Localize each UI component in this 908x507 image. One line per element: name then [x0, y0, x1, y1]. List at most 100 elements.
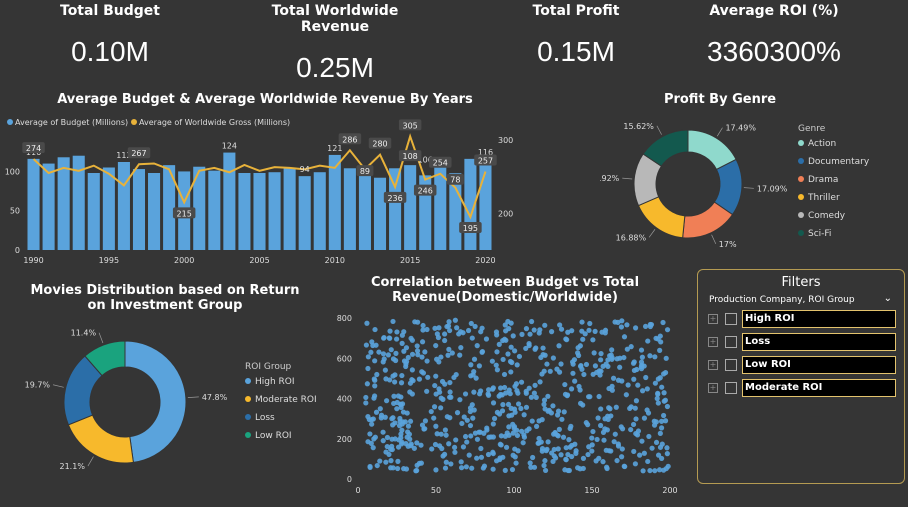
scatter-point — [454, 410, 461, 416]
scatter-point — [647, 467, 653, 474]
scatter-point — [425, 374, 431, 380]
x-tick: 2005 — [249, 256, 269, 265]
scatter-point — [465, 327, 472, 334]
leader-line — [622, 177, 633, 180]
scatter-point — [485, 392, 492, 398]
slice-value-label: 17.49% — [725, 124, 756, 133]
scatter-point — [388, 458, 394, 464]
filter-item-label[interactable]: Loss — [742, 333, 896, 351]
scatter-point — [595, 415, 601, 421]
scatter-point — [394, 465, 401, 472]
scatter-point — [503, 337, 509, 343]
scatter-point — [446, 319, 452, 325]
expand-icon[interactable]: + — [708, 360, 718, 370]
scatter-point — [619, 426, 626, 432]
budget-revenue-chart[interactable]: Average of Budget (Millions) Average of W… — [0, 110, 520, 270]
scatter-point — [464, 417, 470, 423]
scatter-point — [551, 431, 557, 437]
budget-bar — [373, 177, 387, 250]
scatter-point — [411, 445, 417, 451]
budget-bar — [253, 173, 266, 250]
scatter-point — [575, 345, 581, 351]
chevron-down-icon[interactable]: ⌄ — [884, 293, 892, 304]
filter-item-label[interactable]: Moderate ROI — [742, 379, 896, 397]
legend-dot — [798, 194, 804, 200]
scatter-point — [439, 445, 445, 452]
scatter-point — [575, 465, 581, 471]
scatter-point — [408, 335, 414, 341]
filter-item-label[interactable]: High ROI — [742, 310, 896, 328]
legend-dot-gross — [131, 119, 137, 125]
scatter-point — [505, 351, 511, 357]
scatter-point — [478, 388, 484, 394]
scatter-point — [373, 409, 380, 415]
scatter-point — [372, 326, 378, 333]
kpi-total-profit: Total Profit 0.15M — [506, 0, 646, 68]
scatter-point — [596, 368, 602, 374]
x-tick: 200 — [662, 486, 677, 495]
scatter-point — [630, 421, 637, 428]
x-tick: 150 — [584, 486, 599, 495]
expand-icon[interactable]: + — [708, 337, 718, 347]
budget-revenue-scatter[interactable]: 0 200 400 600 800 0 50 100 150 200 — [330, 310, 690, 500]
expand-icon[interactable]: + — [708, 383, 718, 393]
scatter-point — [511, 425, 517, 431]
filter-checkbox[interactable] — [725, 313, 737, 325]
scatter-point — [652, 354, 658, 360]
scatter-point — [608, 448, 614, 454]
scatter-point — [380, 351, 387, 357]
scatter-point — [421, 426, 427, 432]
scatter-point — [555, 433, 561, 439]
scatter-point — [558, 452, 564, 458]
scatter-point — [580, 455, 587, 461]
budget-bar — [42, 163, 55, 250]
scatter-point — [519, 428, 525, 434]
scatter-point — [624, 322, 630, 328]
filter-checkbox[interactable] — [725, 382, 737, 394]
filter-checkbox[interactable] — [725, 359, 737, 371]
scatter-point — [383, 459, 389, 465]
scatter-point — [528, 394, 535, 400]
scatter-point — [628, 426, 634, 433]
scatter-point — [432, 325, 438, 331]
scatter-point — [468, 433, 474, 439]
filters-header-label: Production Company, ROI Group — [709, 295, 855, 305]
legend-label: Loss — [255, 413, 275, 423]
filters-header[interactable]: Production Company, ROI Group ⌄ — [709, 293, 904, 305]
scatter-point — [540, 345, 546, 351]
scatter-point — [566, 437, 572, 443]
scatter-point — [440, 453, 446, 459]
scatter-point — [398, 394, 404, 400]
profit-genre-chart[interactable]: 17.49% 17.09% 17% 16.88% 15.92% 15.62% Genre Ac… — [600, 112, 900, 252]
scatter-point — [478, 329, 484, 335]
leader-line — [52, 384, 64, 388]
scatter-point — [661, 371, 667, 377]
slice-value-label: 15.92% — [600, 174, 620, 183]
expand-icon[interactable]: + — [708, 314, 718, 324]
filter-checkbox[interactable] — [725, 336, 737, 348]
scatter-point — [554, 366, 560, 372]
scatter-point — [515, 401, 522, 407]
scatter-point — [474, 436, 481, 442]
scatter-point — [647, 321, 653, 328]
kpi-total-budget: Total Budget 0.10M — [40, 0, 180, 68]
scatter-point — [460, 330, 466, 336]
scatter-point — [587, 394, 593, 400]
scatter-point — [612, 431, 618, 437]
scatter-point — [631, 367, 637, 374]
scatter-point — [633, 398, 640, 404]
profit-genre-title: Profit By Genre — [663, 92, 777, 107]
slice-value-label: 17% — [719, 240, 737, 249]
roi-distribution-chart[interactable]: 47.8% 21.1% 19.7% 11.4% ROI Group High ROI Mod… — [0, 318, 340, 478]
legend-label: High ROI — [255, 377, 295, 387]
budget-bar — [208, 170, 221, 250]
x-tick: 0 — [355, 486, 360, 495]
leader-line — [87, 456, 94, 467]
filter-item-label[interactable]: Low ROI — [742, 356, 896, 374]
scatter-point — [420, 370, 427, 376]
gross-data-label: 108 — [403, 152, 418, 161]
scatter-point — [371, 376, 377, 382]
scatter-point — [523, 325, 530, 332]
scatter-point — [551, 446, 557, 453]
scatter-point — [610, 375, 617, 381]
